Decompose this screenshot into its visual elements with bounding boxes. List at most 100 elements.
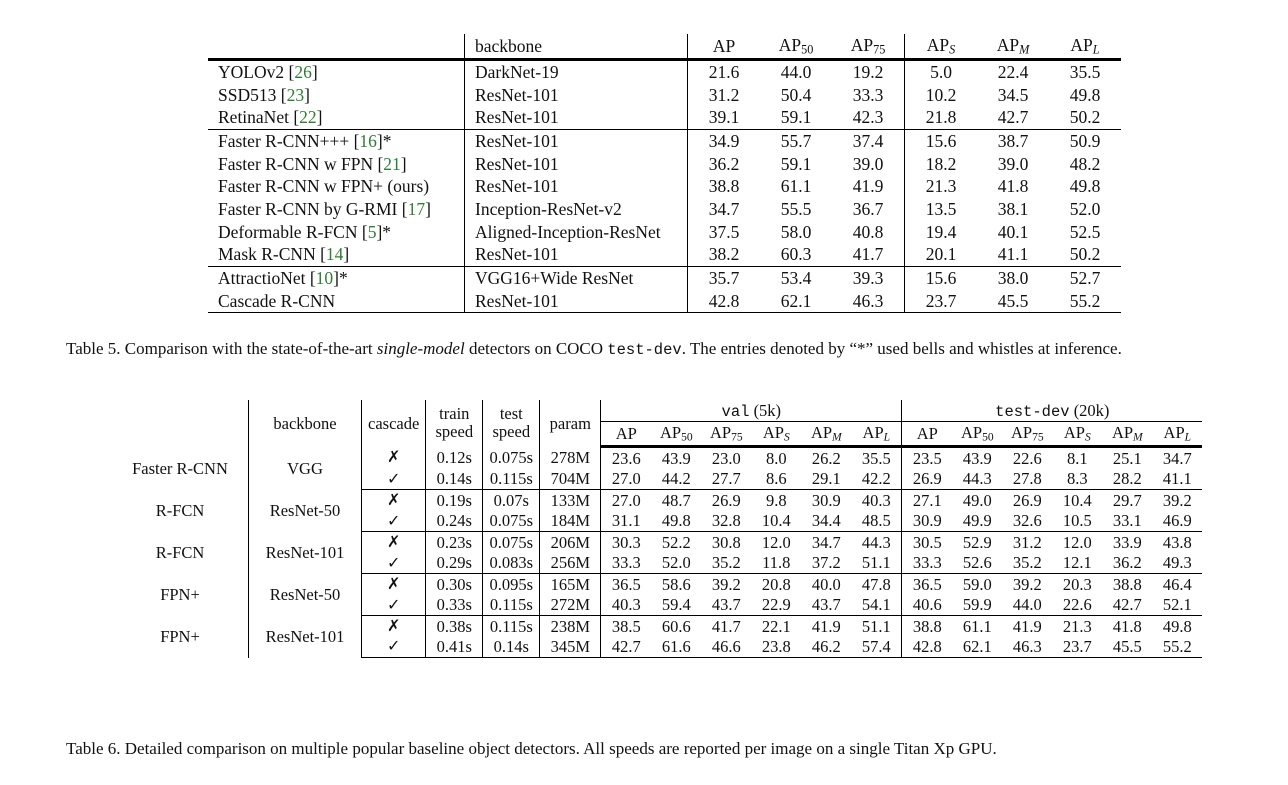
cell-test-apl: 41.1	[1152, 468, 1203, 491]
cell-aps: 18.2	[904, 152, 977, 176]
cell-val-apl: 42.2	[851, 468, 902, 491]
cell-apm: 38.0	[997, 267, 1029, 288]
citation-number[interactable]: 26	[294, 62, 312, 82]
cell-apm: 45.5	[977, 289, 1049, 314]
citation-number[interactable]: 10	[316, 268, 334, 288]
cell-test-ap50: 59.9	[952, 594, 1003, 617]
cell-test-apl: 34.7	[1162, 448, 1192, 468]
cell-method: Faster R-CNN by G-RMI [17]	[218, 198, 431, 219]
cell-test-speed: 0.07s	[482, 489, 540, 511]
th6-testdev-group: test-dev (20k)	[901, 400, 1203, 423]
cell-ap50: 44.0	[780, 62, 812, 83]
th6-param: param	[539, 400, 601, 447]
cell-val-ap75: 30.8	[711, 532, 741, 552]
cell-val-apl: 44.3	[861, 532, 891, 552]
table-5-row: SSD513 [23] ResNet-101 31.2 50.4 33.3 10.2 34.…	[208, 83, 1121, 107]
cell-backbone: ResNet-101	[248, 531, 362, 574]
cell-apm: 39.0	[997, 153, 1029, 174]
cell-test-apl: 49.3	[1152, 552, 1203, 575]
cell-val-apl: 57.4	[851, 636, 902, 659]
cell-ap: 36.2	[687, 152, 760, 176]
cell-test-apl: 46.4	[1162, 574, 1192, 594]
cell-val-apm: 26.2	[811, 448, 841, 468]
cell-test-speed: 0.083s	[482, 552, 540, 575]
th6-val-ap: AP	[600, 421, 652, 449]
cell-param: 272M	[539, 594, 601, 617]
cell-apl: 55.2	[1049, 289, 1121, 314]
cell-val-ap: 31.1	[600, 510, 652, 533]
th6-method	[112, 400, 249, 447]
citation-number[interactable]: 23	[287, 85, 305, 105]
cell-test-apl: 43.8	[1162, 532, 1192, 552]
cell-apl: 50.2	[1049, 106, 1121, 131]
cell-test-ap: 38.8	[901, 615, 953, 637]
cell-train-speed: 0.29s	[425, 552, 483, 575]
th6-train-line1: train	[439, 404, 470, 423]
th-ap: AP	[687, 34, 760, 62]
cell-val-ap50: 58.6	[661, 574, 691, 594]
th-ap75: AP75	[832, 34, 905, 62]
cross-icon: ✗	[360, 531, 426, 553]
cell-ap75: 40.8	[852, 221, 884, 242]
cell-test-apm: 29.7	[1112, 490, 1142, 510]
cell-param: 238M	[539, 615, 601, 637]
cell-val-apm: 34.4	[801, 510, 852, 533]
th6-test-ap: AP	[901, 421, 953, 449]
cell-backbone: ResNet-101	[464, 175, 688, 198]
citation-number[interactable]: 14	[326, 244, 344, 264]
table-5-row: Deformable R-FCN [5]* Aligned-Inception-R…	[208, 220, 1121, 244]
cell-aps: 15.6	[904, 129, 977, 153]
cell-val-ap50: 61.6	[651, 636, 702, 659]
cell-test-apm: 42.7	[1102, 594, 1153, 617]
cell-test-ap50: 49.9	[952, 510, 1003, 533]
cell-aps: 23.7	[904, 289, 977, 314]
cell-test-speed: 0.115s	[482, 615, 540, 637]
cell-aps: 21.8	[904, 106, 977, 131]
cell-method: Faster R-CNN+++ [16]*	[218, 131, 392, 152]
cell-test-aps: 20.3	[1062, 574, 1092, 594]
cell-ap75: 33.3	[852, 84, 884, 105]
table-6-row: FPN+ ResNet-50 ✗ 0.30s 0.095s 165M 36.5 58.6 39.…	[112, 573, 1202, 616]
cell-param: 278M	[539, 446, 601, 469]
th6-val-apl: APL	[851, 421, 902, 449]
cell-train-speed: 0.23s	[425, 531, 483, 553]
cell-apm: 34.5	[997, 84, 1029, 105]
cell-val-ap50: 44.2	[651, 468, 702, 491]
cell-val-ap75: 43.7	[701, 594, 752, 617]
cell-val-ap: 38.5	[600, 615, 652, 637]
cell-backbone: ResNet-101	[464, 243, 688, 267]
cell-method: Faster R-CNN	[132, 458, 228, 478]
cell-test-ap75: 46.3	[1002, 636, 1053, 659]
table-5-row: Faster R-CNN w FPN+ (ours) ResNet-101 38.8…	[208, 175, 1121, 198]
cell-apm: 42.7	[977, 106, 1049, 131]
cell-val-ap75: 23.0	[711, 448, 741, 468]
cell-param: 184M	[539, 510, 601, 533]
cell-aps: 5.0	[904, 59, 977, 84]
cell-apm: 38.1	[997, 198, 1029, 219]
check-icon: ✓	[360, 637, 426, 659]
cell-method: R-FCN	[155, 543, 205, 563]
cell-apl: 50.2	[1049, 243, 1121, 267]
cell-apm: 38.7	[997, 131, 1029, 152]
table-5-body: YOLOv2 [26] DarkNet-19 21.6 44.0 19.2 5.0 22.4…	[208, 59, 1121, 314]
citation-number[interactable]: 16	[359, 131, 377, 151]
cell-aps: 10.2	[904, 83, 977, 107]
th6-val-suffix: (5k)	[749, 400, 782, 420]
cell-test-speed: 0.075s	[482, 531, 540, 553]
paper-page: backbone AP AP50 AP75 APS APM APL YOLOv2…	[0, 0, 1288, 785]
citation-number[interactable]: 22	[299, 107, 317, 127]
th6-test-ap75: AP75	[1002, 421, 1053, 449]
cell-test-apm: 45.5	[1102, 636, 1153, 659]
citation-number[interactable]: 21	[383, 154, 401, 174]
cell-apm: 22.4	[997, 62, 1029, 83]
cell-apl: 52.0	[1069, 198, 1101, 219]
cell-test-ap: 42.8	[901, 636, 953, 659]
cell-test-ap75: 39.2	[1012, 574, 1042, 594]
cell-test-aps: 21.3	[1062, 616, 1092, 636]
cell-val-ap: 23.6	[600, 446, 652, 469]
cross-icon: ✗	[360, 446, 426, 469]
cell-test-aps: 8.1	[1066, 448, 1088, 468]
citation-number[interactable]: 17	[408, 199, 426, 219]
cell-val-apm: 29.1	[801, 468, 852, 491]
cell-ap: 37.5	[687, 220, 760, 244]
